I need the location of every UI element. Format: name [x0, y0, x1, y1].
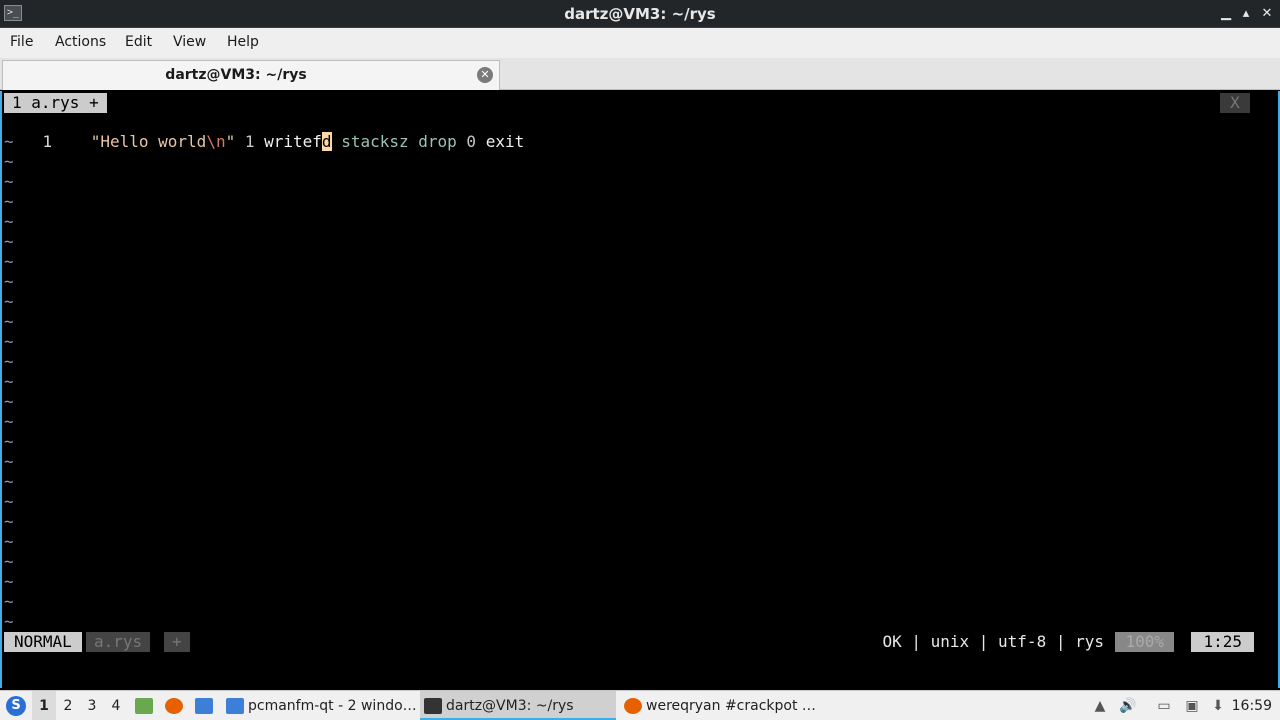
menu-help[interactable]: Help: [227, 34, 259, 50]
vim-cursor-position: 1:25: [1191, 632, 1254, 652]
workspace-2[interactable]: 2: [56, 691, 80, 720]
vim-filename: a.rys: [86, 632, 151, 652]
code-token: 0: [466, 132, 486, 151]
start-menu-button[interactable]: S: [4, 691, 28, 720]
empty-line-tilde: ~: [4, 332, 14, 351]
menu-file[interactable]: File: [10, 34, 33, 50]
empty-line-tilde: ~: [4, 172, 14, 191]
terminal-icon: [424, 698, 442, 714]
empty-line-tilde: ~: [4, 232, 14, 251]
empty-line-tilde: ~: [4, 132, 14, 151]
volume-icon[interactable]: 🔊: [1116, 691, 1140, 720]
empty-line-tilde: ~: [4, 512, 14, 531]
clock[interactable]: 16:59: [1232, 691, 1272, 720]
empty-line-tilde: ~: [4, 572, 14, 591]
empty-line-tilde: ~: [4, 252, 14, 271]
empty-line-tilde: ~: [4, 592, 14, 611]
empty-line-tilde: ~: [4, 432, 14, 451]
firefox-icon: [165, 698, 183, 714]
empty-line-tilde: ~: [4, 352, 14, 371]
files-icon: [135, 698, 153, 714]
empty-line-tilde: ~: [4, 472, 14, 491]
maximize-button[interactable]: ▴: [1236, 4, 1256, 24]
tab-label: dartz@VM3: ~/rys: [165, 67, 307, 83]
taskbar: S 1 2 3 4 pcmanfm-qt - 2 windo… dartz@VM…: [0, 690, 1280, 720]
code-token: stacksz drop: [331, 132, 467, 151]
task-label: wereqryan #crackpot …: [646, 698, 816, 714]
file-manager-launcher[interactable]: [132, 691, 156, 720]
menu-bar: File Actions Edit View Help: [0, 28, 1280, 58]
menu-edit[interactable]: Edit: [125, 34, 152, 50]
code-token: "Hello world: [81, 132, 207, 151]
task-pcmanfm[interactable]: pcmanfm-qt - 2 windo…: [222, 691, 418, 720]
firefox-icon: [624, 698, 642, 714]
workspace-1[interactable]: 1: [32, 691, 56, 720]
folder-icon: [226, 698, 244, 714]
empty-line-tilde: ~: [4, 552, 14, 571]
display-icon[interactable]: ▣: [1180, 691, 1204, 720]
task-label: dartz@VM3: ~/rys: [446, 698, 574, 714]
task-label: pcmanfm-qt - 2 windo…: [248, 698, 417, 714]
workspace-3[interactable]: 3: [80, 691, 104, 720]
vim-scroll-percent: 100%: [1115, 632, 1174, 652]
empty-line-tilde: ~: [4, 452, 14, 471]
empty-line-tilde: ~: [4, 192, 14, 211]
buffer-line-1[interactable]: 1 "Hello world\n" 1 writefd stacksz drop…: [4, 112, 524, 172]
menu-view[interactable]: View: [173, 34, 206, 50]
code-token: 1: [244, 132, 265, 151]
tab-close-icon[interactable]: ✕: [477, 67, 493, 83]
empty-line-tilde: ~: [4, 612, 14, 631]
code-token: ": [225, 132, 245, 151]
firefox-launcher[interactable]: [162, 691, 186, 720]
vim-file-info: OK | unix | utf-8 | rys: [882, 632, 1104, 651]
workspace-4[interactable]: 4: [104, 691, 128, 720]
tray-expand-icon[interactable]: ▲: [1088, 691, 1112, 720]
menu-actions[interactable]: Actions: [55, 34, 106, 50]
empty-line-tilde: ~: [4, 492, 14, 511]
terminal-view[interactable]: 1 a.rys + X 1 "Hello world\n" 1 writefd …: [0, 91, 1280, 688]
empty-line-tilde: ~: [4, 372, 14, 391]
empty-line-tilde: ~: [4, 392, 14, 411]
empty-line-tilde: ~: [4, 312, 14, 331]
line-number: 1: [42, 132, 53, 151]
empty-line-tilde: ~: [4, 152, 14, 171]
code-token: \n: [206, 132, 226, 151]
vim-mode: NORMAL: [4, 632, 82, 652]
show-desktop-icon: [195, 698, 213, 714]
close-button[interactable]: ✕: [1257, 4, 1277, 24]
terminal-tab[interactable]: dartz@VM3: ~/rys ✕: [2, 60, 500, 90]
window-title: dartz@VM3: ~/rys: [564, 5, 716, 23]
text-cursor: d: [321, 132, 332, 151]
code-token: exit: [485, 132, 525, 151]
code-token: f: [312, 132, 322, 151]
vim-statusline: NORMAL a.rys + OK | unix | utf-8 | rys 1…: [4, 632, 1254, 652]
task-firefox[interactable]: wereqryan #crackpot …: [620, 691, 820, 720]
empty-line-tilde: ~: [4, 412, 14, 431]
lxqt-logo-icon: S: [6, 696, 26, 716]
updates-icon[interactable]: ⬇: [1206, 691, 1230, 720]
desktop-launcher[interactable]: [192, 691, 216, 720]
empty-line-tilde: ~: [4, 292, 14, 311]
terminal-tab-bar: dartz@VM3: ~/rys ✕: [0, 58, 1280, 90]
empty-line-tilde: ~: [4, 272, 14, 291]
task-terminal[interactable]: dartz@VM3: ~/rys: [420, 691, 616, 720]
vim-modified-flag: +: [164, 632, 190, 652]
empty-line-tilde: ~: [4, 212, 14, 231]
window-titlebar: >_ dartz@VM3: ~/rys ▁ ▴ ✕: [0, 0, 1280, 28]
vim-tab[interactable]: 1 a.rys +: [4, 93, 107, 113]
clipboard-icon[interactable]: ▭: [1152, 691, 1176, 720]
code-token: write: [264, 132, 313, 151]
minimize-button[interactable]: ▁: [1216, 4, 1236, 24]
empty-line-tilde: ~: [4, 532, 14, 551]
code-text: "Hello world\n" 1 writefd stacksz drop 0…: [81, 132, 524, 151]
vim-tab-close[interactable]: X: [1220, 93, 1250, 113]
